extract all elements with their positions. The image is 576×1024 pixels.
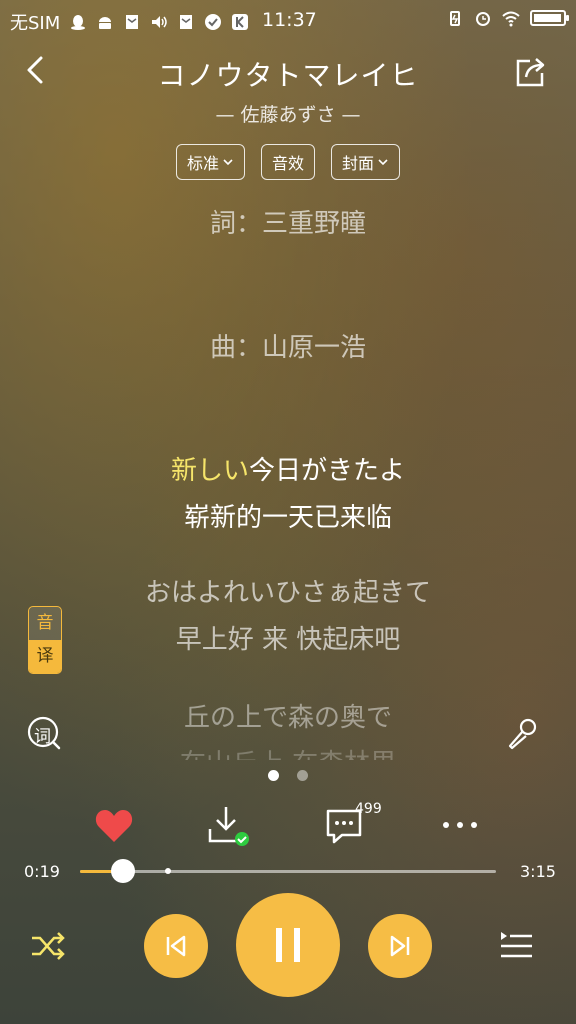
- artist-dash-left: —: [215, 104, 235, 126]
- comment-count: 499: [355, 801, 382, 817]
- chevron-down-icon: [223, 159, 233, 166]
- artist-name: — 佐藤あずさ —: [80, 100, 496, 127]
- status-bar: 无SIM 11:37: [0, 0, 576, 40]
- k-app-icon: [232, 14, 249, 30]
- page-dot[interactable]: [297, 770, 308, 781]
- status-right: [446, 9, 569, 27]
- quality-label: 标准: [186, 154, 219, 173]
- lyric-line: 曲：山原一浩: [209, 333, 366, 363]
- pause-button[interactable]: [236, 893, 340, 997]
- battery-fill: [534, 14, 561, 22]
- heart-icon[interactable]: [94, 806, 134, 844]
- microphone-icon[interactable]: [504, 716, 540, 752]
- mail-icon: [126, 15, 139, 29]
- lyric-line: 丘の上で森の奥で: [183, 703, 392, 733]
- page-dot[interactable]: [268, 770, 279, 781]
- lyric-sung-part: 新しい: [170, 456, 249, 486]
- quality-button[interactable]: 标准: [175, 144, 245, 180]
- clock: 11:37: [262, 9, 317, 31]
- lyric-line: 詞：三重野瞳: [209, 209, 366, 239]
- android-icon: [99, 17, 112, 29]
- playlist-icon[interactable]: [498, 928, 534, 964]
- current-lyric-translation: 崭新的一天已来临: [183, 503, 392, 533]
- transliteration-toggle[interactable]: 音 译: [28, 606, 62, 674]
- ci-label: 词: [34, 727, 51, 747]
- lyric-translation: 在山丘上 在森林里: [0, 743, 576, 760]
- speaker-icon: [152, 16, 168, 28]
- buffer-marker: [165, 868, 172, 874]
- lyric-line: おはよれいひさぁ起きて: [144, 578, 431, 608]
- more-icon[interactable]: [440, 815, 480, 835]
- yin-label: 音: [29, 607, 61, 640]
- total-time: 3:15: [520, 862, 556, 881]
- mail-icon-2: [180, 15, 193, 29]
- lyrics-panel[interactable]: 詞：三重野瞳 曲：山原一浩 新しい今日がきたよ 崭新的一天已来临 おはよれいひさ…: [0, 195, 576, 760]
- current-time: 0:19: [24, 862, 60, 881]
- next-icon: [390, 935, 410, 957]
- cover-button[interactable]: 封面: [331, 144, 401, 180]
- effect-button[interactable]: 音效: [260, 144, 315, 180]
- share-icon[interactable]: [512, 53, 550, 91]
- battery-saver-icon: [450, 11, 460, 26]
- pause-icon: [276, 928, 300, 962]
- chevron-down-icon: [378, 159, 388, 166]
- progress-bar[interactable]: [80, 859, 496, 883]
- alarm-icon: [476, 12, 490, 26]
- artist-dash-right: —: [341, 104, 361, 126]
- download-icon[interactable]: [206, 803, 250, 847]
- shuffle-icon[interactable]: [28, 926, 68, 966]
- cover-label: 封面: [342, 154, 375, 173]
- artist-label: 佐藤あずさ: [240, 104, 336, 126]
- page-indicator: [0, 770, 576, 781]
- check-circle-icon: [205, 14, 222, 30]
- previous-icon: [166, 935, 186, 957]
- progress-knob[interactable]: [110, 859, 135, 883]
- qq-icon: [71, 15, 86, 30]
- chevron-left-icon[interactable]: [18, 52, 54, 88]
- song-title: コノウタトマレイヒ: [157, 59, 419, 92]
- wifi-icon: [502, 11, 520, 27]
- status-left: 无SIM: [10, 9, 249, 35]
- lyric-rest-part: 今日がきたよ: [249, 456, 406, 486]
- yi-label: 译: [29, 640, 61, 673]
- carrier-label: 无SIM: [10, 13, 61, 34]
- lyrics-search-icon[interactable]: 词: [26, 715, 62, 751]
- effect-label: 音效: [271, 154, 304, 173]
- battery-icon: [530, 10, 569, 26]
- lyric-translation: 早上好 来 快起床吧: [175, 625, 401, 655]
- options-row: 标准 音效 封面: [0, 144, 576, 180]
- current-lyric-line: 新しい今日がきたよ: [0, 450, 576, 487]
- next-button[interactable]: [368, 914, 432, 978]
- previous-button[interactable]: [144, 914, 208, 978]
